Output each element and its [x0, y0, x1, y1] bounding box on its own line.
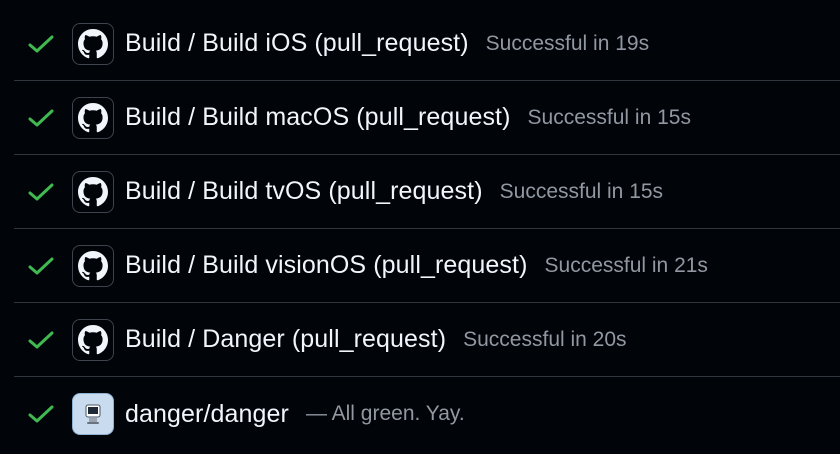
check-name[interactable]: Build / Build tvOS (pull_request) [125, 177, 483, 206]
check-icon [14, 256, 72, 276]
danger-app-icon [72, 393, 114, 435]
check-icon [14, 108, 72, 128]
check-status-text: Successful in 19s [485, 31, 650, 55]
check-row-build-ios[interactable]: Build / Build iOS (pull_request) Success… [14, 7, 840, 81]
status-checks-list: Build / Build iOS (pull_request) Success… [0, 0, 840, 454]
github-icon [72, 170, 114, 213]
check-row-build-macos[interactable]: Build / Build macOS (pull_request) Succe… [14, 81, 840, 155]
check-icon [14, 404, 72, 424]
check-icon [14, 330, 72, 350]
check-name[interactable]: Build / Build iOS (pull_request) [125, 29, 469, 58]
check-status-text: Successful in 20s [463, 327, 627, 351]
check-status-text: Successful in 15s [499, 179, 664, 203]
github-icon [72, 96, 114, 139]
check-row-danger-danger[interactable]: danger/danger — All green. Yay. [14, 377, 840, 451]
check-row-build-visionos[interactable]: Build / Build visionOS (pull_request) Su… [14, 229, 840, 303]
check-row-build-danger[interactable]: Build / Danger (pull_request) Successful… [14, 303, 840, 377]
check-icon [14, 182, 72, 202]
check-name[interactable]: Build / Build macOS (pull_request) [125, 103, 511, 132]
github-icon [72, 244, 114, 287]
check-name[interactable]: Build / Build visionOS (pull_request) [125, 251, 528, 280]
check-name[interactable]: Build / Danger (pull_request) [125, 325, 446, 354]
check-row-build-tvos[interactable]: Build / Build tvOS (pull_request) Succes… [14, 155, 840, 229]
check-status-text: Successful in 21s [544, 253, 708, 277]
check-name[interactable]: danger/danger [125, 400, 289, 429]
check-status-text: Successful in 15s [527, 105, 691, 129]
check-status-text: — All green. Yay. [305, 402, 465, 425]
github-icon [72, 22, 114, 65]
check-icon [14, 34, 72, 54]
github-icon [72, 318, 114, 361]
